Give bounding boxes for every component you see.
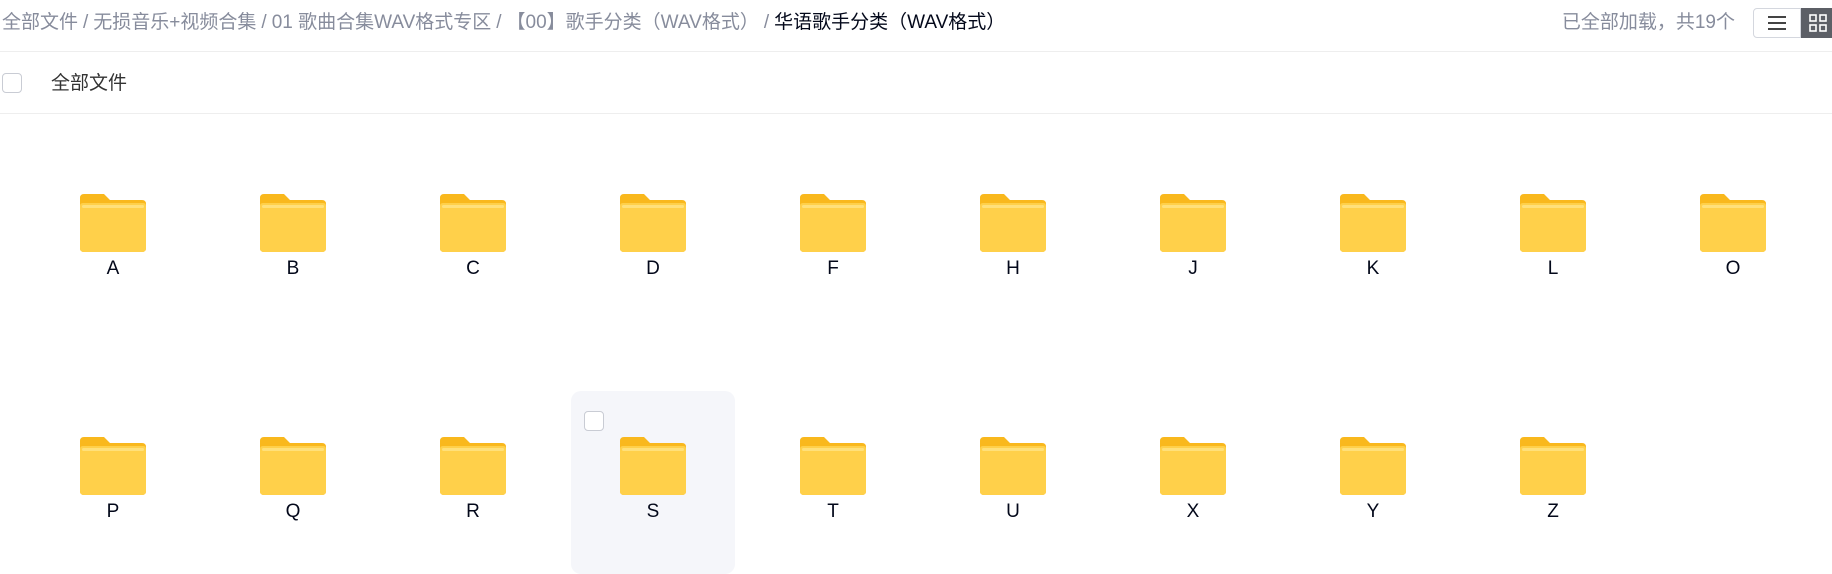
folder-item-h[interactable]: H xyxy=(931,148,1095,331)
folder-item-f[interactable]: F xyxy=(751,148,915,331)
folder-icon xyxy=(800,437,866,495)
grid-view-button[interactable] xyxy=(1801,8,1832,38)
folder-item-c[interactable]: C xyxy=(391,148,555,331)
folder-icon xyxy=(980,437,1046,495)
folder-name: X xyxy=(1186,501,1200,522)
folder-name: U xyxy=(1006,501,1020,522)
file-list-header: 全部文件 xyxy=(0,52,1832,114)
folder-item-u[interactable]: U xyxy=(931,391,1095,574)
folder-icon xyxy=(1340,437,1406,495)
folder-name: F xyxy=(827,258,839,279)
folder-item-y[interactable]: Y xyxy=(1291,391,1455,574)
folder-name: P xyxy=(106,501,120,522)
top-bar: 全部文件 / 无损音乐+视频合集/01 歌曲合集WAV格式专区 / 【00】歌手分类（W… xyxy=(0,0,1832,52)
folder-item-z[interactable]: Z xyxy=(1471,391,1635,574)
folder-icon xyxy=(440,437,506,495)
folder-name: A xyxy=(106,258,120,279)
folder-icon xyxy=(440,194,506,252)
folder-item-p[interactable]: P xyxy=(31,391,195,574)
folder-select-checkbox[interactable] xyxy=(584,411,604,431)
folder-icon xyxy=(1520,437,1586,495)
breadcrumb-item-current: 华语歌手分类（WAV格式） xyxy=(774,12,1006,33)
folder-name: O xyxy=(1725,258,1741,279)
folder-icon xyxy=(620,194,686,252)
folder-name: R xyxy=(466,501,480,522)
folder-item-j[interactable]: J xyxy=(1111,148,1275,331)
breadcrumb-item-singer-category[interactable]: 【00】歌手分类（WAV格式） xyxy=(507,12,759,33)
breadcrumb-separator: / xyxy=(261,12,267,33)
folder-name: B xyxy=(286,258,300,279)
folder-item-b[interactable]: B xyxy=(211,148,375,331)
folder-icon xyxy=(80,194,146,252)
folder-name: S xyxy=(646,501,660,522)
folder-icon xyxy=(80,437,146,495)
folder-icon xyxy=(800,194,866,252)
folder-name: J xyxy=(1188,258,1198,279)
folder-name: H xyxy=(1006,258,1020,279)
folder-item-k[interactable]: K xyxy=(1291,148,1455,331)
loaded-count-status: 已全部加载，共19个 xyxy=(1561,12,1735,33)
folder-item-r[interactable]: R xyxy=(391,391,555,574)
breadcrumb-item-lossless-music[interactable]: 无损音乐+视频合集 xyxy=(93,12,256,33)
folder-icon xyxy=(1160,194,1226,252)
breadcrumb-separator: / xyxy=(763,12,770,33)
breadcrumb: 全部文件 / 无损音乐+视频合集/01 歌曲合集WAV格式专区 / 【00】歌手分类（W… xyxy=(2,10,1005,36)
folder-name: T xyxy=(827,501,839,522)
folder-name: K xyxy=(1366,258,1380,279)
folder-icon xyxy=(1160,437,1226,495)
folder-name: Z xyxy=(1547,501,1559,522)
grid-icon xyxy=(1809,14,1827,32)
folder-name: C xyxy=(466,258,480,279)
folder-item-d[interactable]: D xyxy=(571,148,735,331)
folder-icon xyxy=(620,437,686,495)
folder-item-o[interactable]: O xyxy=(1651,148,1815,331)
folder-item-x[interactable]: X xyxy=(1111,391,1275,574)
breadcrumb-separator: / xyxy=(83,12,89,33)
select-all-label: 全部文件 xyxy=(51,73,128,94)
folder-name: Y xyxy=(1366,501,1380,522)
folder-icon xyxy=(260,437,326,495)
list-view-button[interactable] xyxy=(1753,8,1801,38)
folder-name: L xyxy=(1547,258,1559,279)
folder-item-l[interactable]: L xyxy=(1471,148,1635,331)
breadcrumb-separator: / xyxy=(496,12,502,33)
folder-name: D xyxy=(646,258,660,279)
breadcrumb-item-wav-zone[interactable]: 01 歌曲合集WAV格式专区 xyxy=(272,12,492,33)
folder-icon xyxy=(1520,194,1586,252)
folder-icon xyxy=(1340,194,1406,252)
folder-item-t[interactable]: T xyxy=(751,391,915,574)
select-all-checkbox[interactable] xyxy=(2,73,22,93)
folder-name: Q xyxy=(285,501,301,522)
list-icon xyxy=(1768,16,1786,30)
folder-icon xyxy=(980,194,1046,252)
folder-item-a[interactable]: A xyxy=(31,148,195,331)
view-toggle xyxy=(1753,8,1832,38)
folder-item-s[interactable]: S xyxy=(571,391,735,574)
folder-icon xyxy=(260,194,326,252)
breadcrumb-item-all-files[interactable]: 全部文件 xyxy=(2,12,78,33)
folder-icon xyxy=(1700,194,1766,252)
folder-item-q[interactable]: Q xyxy=(211,391,375,574)
